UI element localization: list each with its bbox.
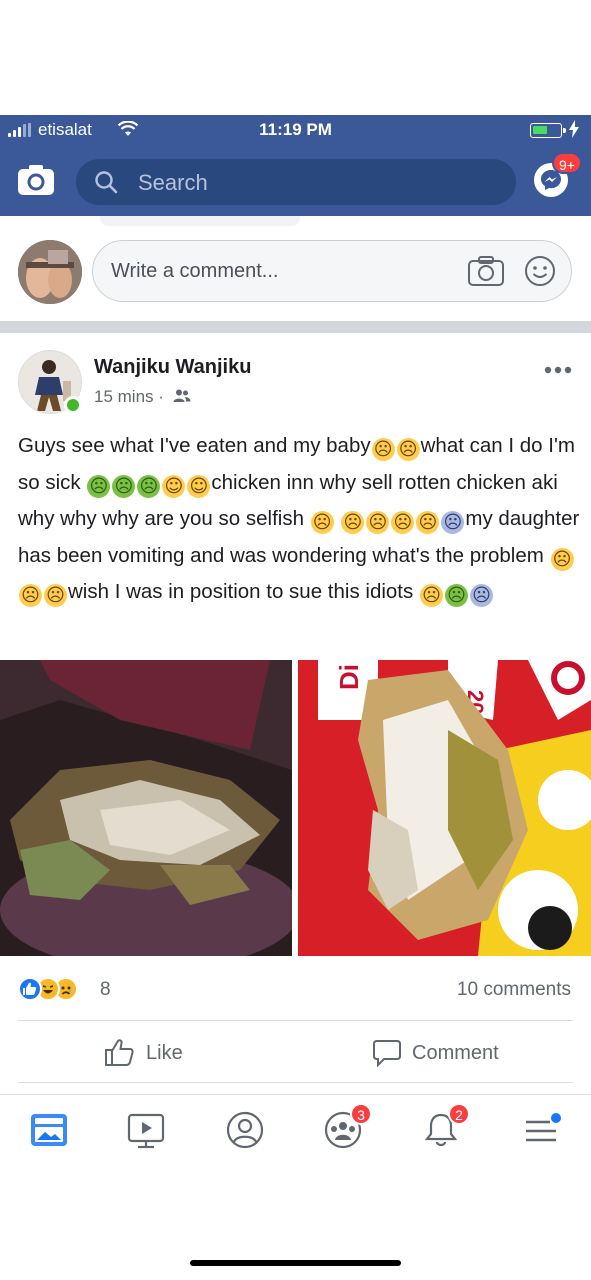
notifications-badge: 2	[448, 1103, 470, 1125]
sleepy-face-emoji: ☺	[162, 474, 186, 498]
comments-count[interactable]: 10 comments	[457, 979, 571, 1001]
post-photo[interactable]: Di 20	[298, 660, 591, 956]
battery-icon	[530, 123, 566, 138]
home-indicator[interactable]	[190, 1260, 401, 1266]
comment-input[interactable]: Write a comment...	[92, 240, 572, 302]
downcast-sweat-emoji: ☹	[366, 511, 390, 534]
avatar[interactable]	[18, 240, 82, 304]
bottom-nav: 3 2	[0, 1094, 591, 1164]
vomiting-face-emoji: ☹	[87, 474, 111, 498]
groups-badge: 3	[350, 1103, 372, 1125]
top-margin	[0, 0, 591, 115]
tired-face-emoji: ☹	[396, 438, 420, 461]
like-icon	[105, 1039, 134, 1066]
like-reaction-icon	[18, 977, 42, 1001]
post-photo[interactable]	[0, 660, 292, 956]
vomiting-face-emoji: ☹	[137, 474, 161, 498]
post-time[interactable]: 15 mins	[94, 387, 154, 406]
svg-text:Di: Di	[334, 664, 364, 690]
search-icon	[95, 171, 118, 194]
post-meta: 15 mins ·	[94, 387, 191, 407]
messenger-badge: 9+	[552, 152, 582, 174]
tired-face-emoji: ☹	[44, 584, 67, 607]
status-bar: etisalat 11:19 PM	[0, 115, 591, 147]
status-time: 11:19 PM	[259, 120, 332, 139]
divider	[18, 1082, 573, 1083]
comment-button[interactable]: Comment	[372, 1036, 499, 1070]
emoji-icon[interactable]	[524, 255, 556, 287]
search-placeholder: Search	[138, 170, 208, 195]
tired-face-emoji: ☹	[19, 584, 42, 607]
like-button[interactable]: Like	[104, 1036, 183, 1070]
comment-label: Comment	[412, 1041, 499, 1064]
post-text-segment: Guys see what I've eaten and my baby	[18, 434, 371, 457]
post-text-segment: wish I was in position to sue this idiot…	[68, 580, 414, 603]
menu-icon[interactable]	[520, 1109, 562, 1151]
tired-face-emoji: ☹	[550, 547, 574, 571]
downcast-sweat-emoji: ☹	[341, 511, 365, 534]
fearful-face-emoji: ☹	[441, 511, 465, 534]
section-divider	[0, 321, 591, 333]
tired-face-emoji: ☹	[419, 584, 443, 607]
profile-icon[interactable]	[224, 1109, 266, 1151]
previous-item-edge	[100, 216, 300, 226]
post-author[interactable]: Wanjiku Wanjiku	[94, 356, 251, 379]
triumph-face-emoji: ☹	[416, 511, 440, 534]
tired-face-emoji: ☹	[371, 438, 395, 461]
charging-icon	[569, 120, 579, 138]
downcast-sweat-emoji: ☹	[310, 511, 334, 534]
comment-icon	[373, 1040, 401, 1067]
comment-placeholder: Write a comment...	[111, 260, 279, 282]
divider	[18, 1020, 573, 1021]
online-status-icon	[64, 396, 82, 414]
news-feed-icon[interactable]	[28, 1109, 70, 1151]
vomiting-face-emoji: ☹	[112, 474, 136, 498]
post-body: Guys see what I've eaten and my baby ☹ ☹ wh…	[18, 428, 580, 611]
reaction-count[interactable]: 8	[100, 979, 111, 1001]
app-header: etisalat 11:19 PM Search 9+	[0, 115, 591, 216]
friends-icon	[173, 389, 191, 402]
sleepy-face-emoji: ☺	[187, 474, 211, 498]
fearful-face-emoji: ☹	[469, 584, 493, 607]
more-options-icon[interactable]	[542, 362, 574, 378]
triumph-face-emoji: ☹	[391, 511, 415, 534]
camera-icon[interactable]	[16, 163, 56, 197]
camera-icon[interactable]	[467, 255, 505, 287]
watch-icon[interactable]	[125, 1109, 167, 1151]
like-label: Like	[146, 1041, 183, 1064]
vomiting-face-emoji: ☹	[444, 584, 468, 607]
search-input[interactable]: Search	[76, 159, 516, 205]
